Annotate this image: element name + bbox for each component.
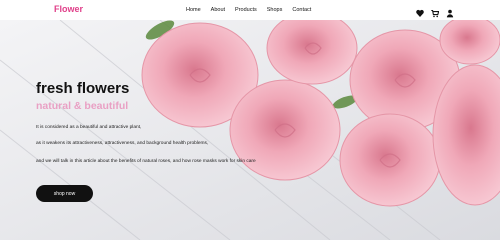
main-menu: Home About Products Shops Contact xyxy=(186,6,321,14)
nav-products[interactable]: Products xyxy=(235,6,257,14)
hero-paragraph-2: as it weakens its attractiveness, attrac… xyxy=(36,141,209,146)
nav-contact[interactable]: Contact xyxy=(292,6,311,14)
hero-paragraph-1: It is considered as a beautiful and attr… xyxy=(36,125,142,130)
nav-shops[interactable]: Shops xyxy=(267,6,283,14)
hero-banner xyxy=(0,20,500,240)
hero-paragraph-3: and we will talk in this article about t… xyxy=(36,159,256,164)
header-icons xyxy=(416,5,454,18)
hero-subtitle: natural & beautiful xyxy=(36,100,129,112)
cart-icon[interactable] xyxy=(431,5,440,18)
user-icon[interactable] xyxy=(446,5,454,18)
brand-logo[interactable]: Flower xyxy=(54,4,83,14)
roses-background-image xyxy=(0,20,500,240)
hero-title: fresh flowers xyxy=(36,80,130,97)
heart-icon[interactable] xyxy=(416,5,424,17)
top-navbar: Flower Home About Products Shops Contact xyxy=(0,0,500,20)
nav-about[interactable]: About xyxy=(211,6,225,14)
nav-home[interactable]: Home xyxy=(186,6,201,14)
shop-now-button[interactable]: shop now xyxy=(36,185,93,202)
